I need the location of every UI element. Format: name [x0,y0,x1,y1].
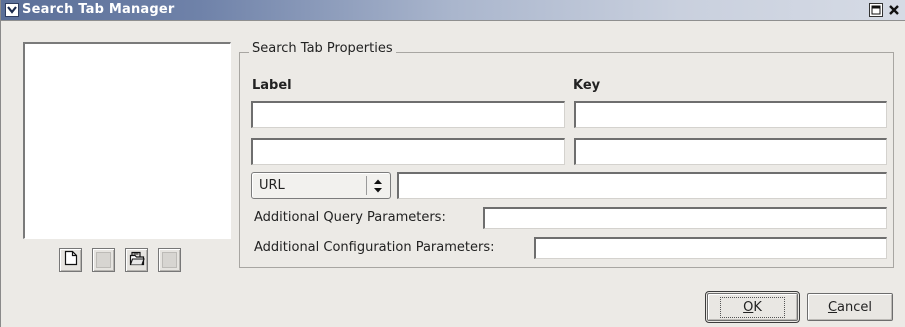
group-title: Search Tab Properties [249,41,396,56]
open-button[interactable] [125,248,148,272]
additional-config-label: Additional Configuration Parameters: [254,240,495,255]
select-separator [366,176,367,195]
label-column-header: Label [252,78,292,93]
blank-icon [96,252,111,268]
title-bar[interactable]: Search Tab Manager [1,0,905,21]
additional-config-field[interactable] [534,237,887,259]
updown-arrows-icon [372,177,384,195]
additional-query-label: Additional Query Parameters: [254,210,446,225]
open-folder-icon [129,250,145,270]
window-title: Search Tab Manager [22,2,175,17]
cancel-button-label: Cancel [824,300,876,315]
new-tab-button[interactable] [59,248,82,272]
ok-button[interactable]: OK [705,291,800,323]
type-select[interactable]: URL [251,172,391,199]
label-field-2[interactable] [251,138,565,165]
cancel-button[interactable]: Cancel [807,293,893,321]
disabled-toolbar-button[interactable] [92,248,115,272]
url-field[interactable] [397,172,887,199]
maximize-icon[interactable] [869,3,883,17]
list-toolbar [59,248,181,272]
type-select-value: URL [259,178,285,193]
additional-query-field[interactable] [483,207,887,229]
chevron-down-icon[interactable] [5,3,19,17]
ok-button-label: OK [720,296,785,318]
cancel-label-rest: ancel [837,299,873,315]
blank-icon [162,252,177,268]
close-icon[interactable] [887,3,901,17]
cancel-mnemonic: C [827,299,838,315]
new-document-icon [64,250,78,270]
key-field-1[interactable] [574,101,887,128]
key-field-2[interactable] [574,138,887,165]
disabled-toolbar-button[interactable] [158,248,181,272]
search-tab-manager-window: Search Tab Manager Search Tab Properties [0,0,905,327]
key-column-header: Key [573,78,601,93]
label-field-1[interactable] [251,101,565,128]
ok-mnemonic: O [743,299,754,315]
ok-label-rest: K [753,299,762,315]
search-tab-list[interactable] [23,42,231,239]
